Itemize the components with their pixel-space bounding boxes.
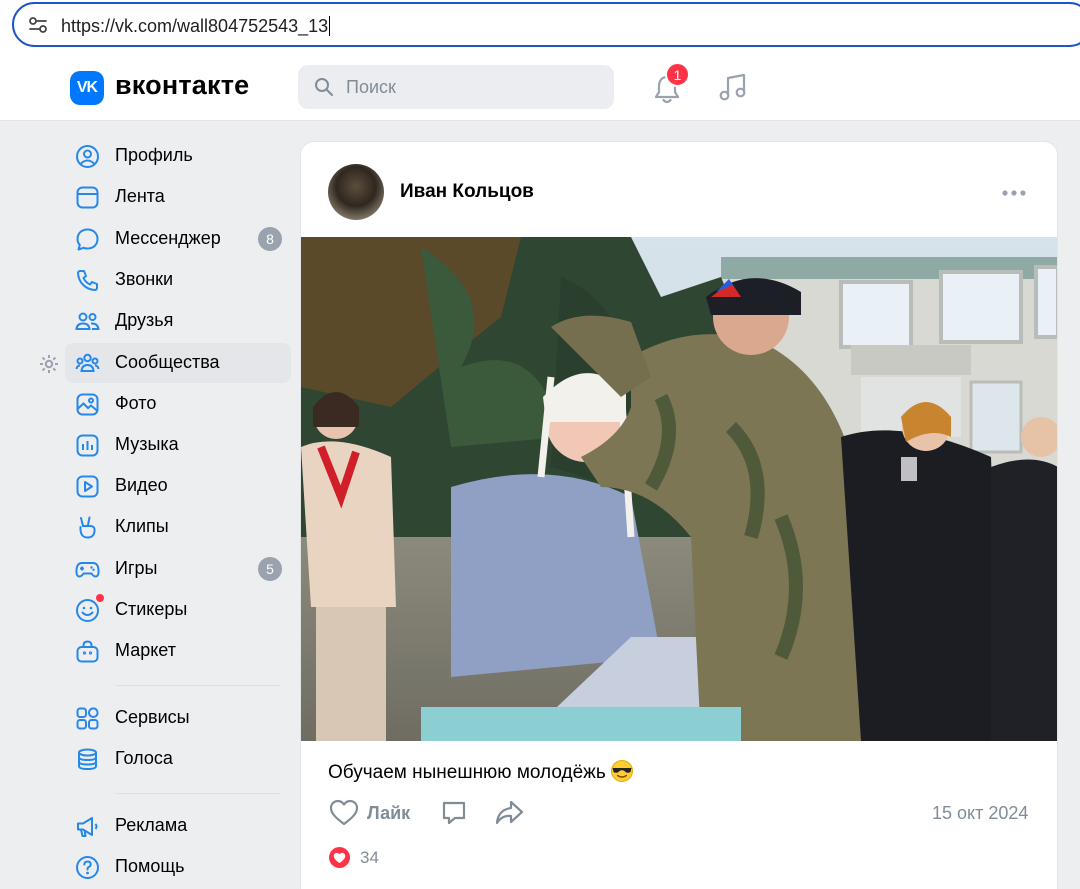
notification-badge: 1 xyxy=(665,62,690,87)
feed-icon xyxy=(76,186,99,209)
browser-toolbar: https://vk.com/wall804752543_13 xyxy=(0,0,1080,54)
address-bar[interactable]: https://vk.com/wall804752543_13 xyxy=(12,2,1080,47)
gear-icon[interactable] xyxy=(38,353,60,375)
sidebar-item-label: Клипы xyxy=(115,516,169,536)
sidebar-item-games[interactable]: Игры 5 xyxy=(65,549,291,589)
music-icon xyxy=(76,434,99,457)
sidebar-item-label: Друзья xyxy=(115,310,174,330)
sidebar-item-clips[interactable]: Клипы xyxy=(65,507,291,547)
sidebar-item-messenger[interactable]: Мессенджер 8 xyxy=(65,219,291,259)
messenger-icon xyxy=(76,228,99,251)
left-sidebar: Профиль Лента Мессенджер 8 Звонки Друзья… xyxy=(0,121,300,889)
sidebar-item-services[interactable]: Сервисы xyxy=(65,698,291,738)
market-icon xyxy=(76,640,99,663)
music-player-icon[interactable] xyxy=(716,70,750,104)
vk-header: VK вконтакте 1 xyxy=(0,54,1080,121)
vk-logo-icon[interactable]: VK xyxy=(70,71,104,105)
sidebar-item-market[interactable]: Маркет xyxy=(65,631,291,671)
search-icon xyxy=(315,78,333,96)
friends-icon xyxy=(75,312,100,330)
post-text: Обучаем нынешнюю молодёжь xyxy=(328,760,634,784)
sidebar-item-ads[interactable]: Реклама xyxy=(65,806,291,846)
profile-icon xyxy=(76,145,99,168)
sidebar-item-label: Лента xyxy=(115,186,165,206)
messenger-count-badge: 8 xyxy=(258,227,282,251)
sidebar-item-label: Помощь xyxy=(115,856,185,876)
sidebar-item-label: Видео xyxy=(115,475,168,495)
share-icon xyxy=(495,800,524,825)
sidebar-item-label: Сервисы xyxy=(115,707,190,727)
sidebar-item-label: Реклама xyxy=(115,815,188,835)
sidebar-item-label: Звонки xyxy=(115,269,174,289)
vk-brand-name[interactable]: вконтакте xyxy=(115,70,249,101)
reactions-summary[interactable]: 34 xyxy=(329,847,379,868)
more-options-icon[interactable] xyxy=(1001,188,1027,198)
heart-reaction-icon xyxy=(329,847,350,868)
sidebar-item-video[interactable]: Видео xyxy=(65,466,291,506)
sidebar-item-feed[interactable]: Лента xyxy=(65,177,291,217)
search-input[interactable] xyxy=(346,65,596,109)
clips-icon xyxy=(79,516,96,539)
stickers-new-dot xyxy=(96,594,104,602)
sidebar-item-label: Стикеры xyxy=(115,599,188,619)
video-icon xyxy=(76,475,99,498)
services-icon xyxy=(76,707,99,730)
sidebar-item-label: Мессенджер xyxy=(115,228,221,248)
sidebar-divider xyxy=(115,685,280,686)
url-text[interactable]: https://vk.com/wall804752543_13 xyxy=(61,16,331,37)
sidebar-item-profile[interactable]: Профиль xyxy=(65,136,291,176)
sidebar-item-music[interactable]: Музыка xyxy=(65,425,291,465)
sidebar-item-calls[interactable]: Звонки xyxy=(65,260,291,300)
like-button[interactable]: Лайк xyxy=(329,797,410,829)
sidebar-item-label: Профиль xyxy=(115,145,193,165)
votes-icon xyxy=(78,748,97,771)
author-avatar[interactable] xyxy=(328,164,384,220)
phone-icon xyxy=(77,270,98,291)
sidebar-item-label: Музыка xyxy=(115,434,179,454)
stickers-icon xyxy=(76,599,99,622)
games-icon xyxy=(75,562,100,578)
share-button[interactable] xyxy=(494,797,524,829)
sidebar-item-label: Игры xyxy=(115,558,158,578)
site-settings-icon[interactable] xyxy=(28,15,48,35)
likes-count: 34 xyxy=(360,847,379,867)
games-count-badge: 5 xyxy=(258,557,282,581)
sidebar-item-friends[interactable]: Друзья xyxy=(65,301,291,341)
sidebar-item-votes[interactable]: Голоса xyxy=(65,739,291,779)
sidebar-item-label: Сообщества xyxy=(115,352,220,372)
sidebar-item-help[interactable]: Помощь xyxy=(65,847,291,887)
photo-icon xyxy=(76,393,99,416)
sunglasses-emoji-icon xyxy=(610,760,633,782)
help-icon xyxy=(76,856,99,879)
comment-icon xyxy=(442,801,466,825)
heart-outline-icon xyxy=(329,799,359,826)
sidebar-item-communities[interactable]: Сообщества xyxy=(65,343,291,383)
comment-button[interactable] xyxy=(440,797,468,829)
text-caret xyxy=(329,16,331,36)
post-date[interactable]: 15 окт 2024 xyxy=(932,803,1028,824)
sidebar-divider xyxy=(115,793,280,794)
search-box[interactable] xyxy=(298,65,614,109)
sidebar-item-label: Маркет xyxy=(115,640,176,660)
sidebar-item-photos[interactable]: Фото xyxy=(65,384,291,424)
sidebar-item-label: Голоса xyxy=(115,748,173,768)
like-label: Лайк xyxy=(367,802,411,823)
wall-post: Иван Кольцов Обучаем нынешнюю молодёжь Л… xyxy=(300,141,1058,889)
post-photo[interactable] xyxy=(301,237,1058,741)
post-author-name[interactable]: Иван Кольцов xyxy=(400,181,534,203)
communities-icon xyxy=(75,353,100,372)
sidebar-item-label: Фото xyxy=(115,393,157,413)
ads-icon xyxy=(77,817,98,837)
